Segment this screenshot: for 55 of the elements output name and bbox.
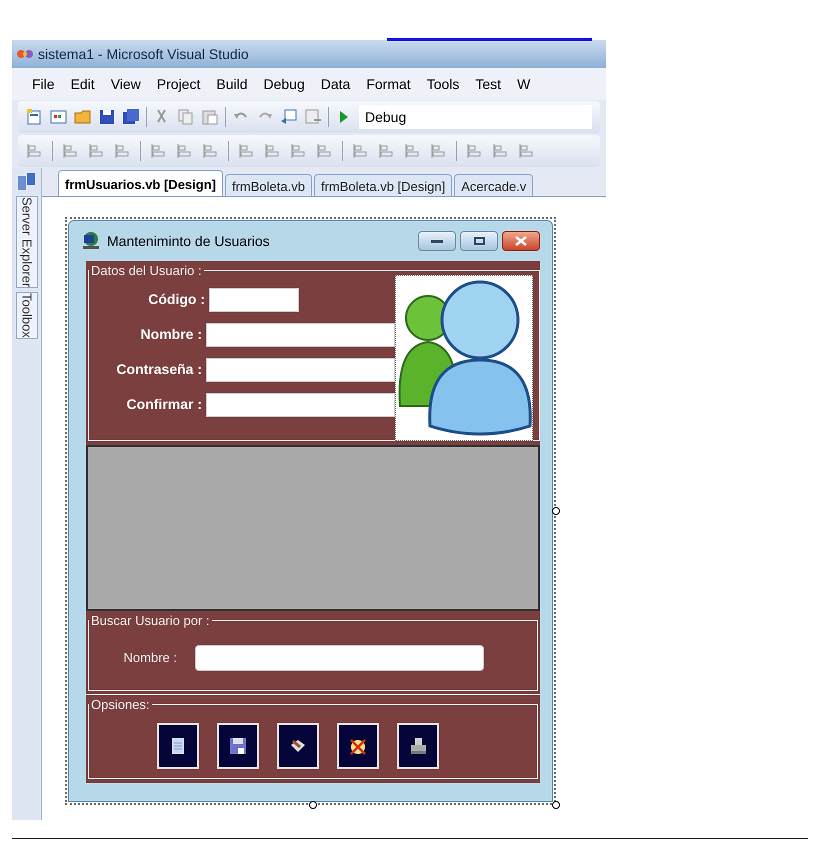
paste-icon[interactable] xyxy=(201,108,219,126)
minimize-button[interactable] xyxy=(418,231,456,251)
resize-handle[interactable] xyxy=(552,801,560,809)
copy-icon[interactable] xyxy=(177,108,195,126)
menu-item[interactable]: View xyxy=(104,74,147,94)
align-left-icon[interactable] xyxy=(62,142,79,160)
editor-tab[interactable]: frmBoleta.vb [Design] xyxy=(314,174,452,196)
field-label: Contraseña : xyxy=(115,360,202,379)
folder-icon[interactable] xyxy=(74,108,92,126)
new-document-button[interactable] xyxy=(157,722,199,768)
input-field[interactable] xyxy=(206,392,395,416)
menu-item[interactable]: Format xyxy=(360,74,417,94)
menu-item[interactable]: W xyxy=(511,74,536,94)
save-button[interactable] xyxy=(217,722,259,768)
menu-item[interactable]: Edit xyxy=(64,74,101,94)
input-field[interactable] xyxy=(195,644,484,670)
editor-tab[interactable]: frmUsuarios.vb [Design] xyxy=(58,170,223,196)
edit-button[interactable] xyxy=(277,722,319,768)
window-icon[interactable] xyxy=(304,108,322,126)
menu-item[interactable]: File xyxy=(26,74,61,94)
side-tab[interactable]: Server Explorer xyxy=(16,196,38,288)
side-tab[interactable]: Toolbox xyxy=(16,292,38,340)
add-item-icon[interactable] xyxy=(50,108,68,126)
field-label: Confirmar : xyxy=(126,395,202,414)
close-icon xyxy=(515,236,527,246)
group-title: Opsiones: xyxy=(90,696,151,714)
print-button[interactable] xyxy=(397,722,439,768)
field-label: Nombre : xyxy=(140,325,202,344)
input-field[interactable] xyxy=(206,322,395,346)
input-field[interactable] xyxy=(206,358,395,382)
editor-tab[interactable]: Acercade.v xyxy=(454,174,534,196)
resize-handle[interactable] xyxy=(552,507,560,515)
menu-item[interactable]: Tools xyxy=(420,74,466,94)
resize-handle[interactable] xyxy=(309,801,317,809)
configuration-dropdown[interactable]: Debug xyxy=(359,105,592,129)
editor-tab[interactable]: frmBoleta.vb xyxy=(224,174,312,196)
menu-item[interactable]: Data xyxy=(314,74,356,94)
group-title: Datos del Usuario : xyxy=(90,262,203,280)
input-field[interactable] xyxy=(209,288,299,312)
form-title: Manteniminto de Usuarios xyxy=(107,232,271,250)
menu-item[interactable]: Test xyxy=(469,74,508,94)
group-title: Buscar Usuario por : xyxy=(90,612,210,630)
delete-button[interactable] xyxy=(337,722,379,768)
computer-icon xyxy=(81,231,101,251)
field-label: Código : xyxy=(147,290,205,309)
menu-item[interactable]: Debug xyxy=(258,74,311,94)
close-button[interactable] xyxy=(502,231,540,251)
save-all-icon[interactable] xyxy=(122,108,140,126)
menu-item[interactable]: Build xyxy=(210,74,254,94)
window-title: sistema1 - Microsoft Visual Studio xyxy=(38,44,249,64)
maximize-button[interactable] xyxy=(460,231,498,251)
navigate-icon[interactable] xyxy=(280,108,298,126)
save-icon[interactable] xyxy=(98,108,116,126)
field-label: Nombre : xyxy=(122,648,178,667)
menu-item[interactable]: Project xyxy=(150,74,206,94)
